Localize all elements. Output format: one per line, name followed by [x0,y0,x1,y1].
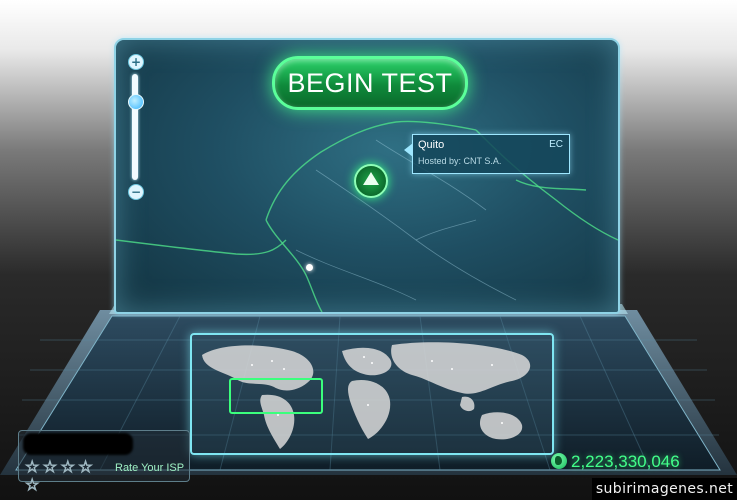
rating-star-3[interactable]: ☆ [60,457,75,476]
world-map [202,342,531,449]
zoom-in-button[interactable]: + [128,54,144,70]
map-screen[interactable]: + − BEGIN TEST Quito EC Hosted by: CNT S… [114,38,620,314]
zoom-track[interactable] [132,74,138,180]
total-tests-value: 2,223,330,046 [571,452,680,471]
zoom-knob[interactable] [128,94,144,110]
server-country: EC [549,139,563,150]
isp-panel: ☆ ☆ ☆ ☆ ☆ Rate Your ISP [18,430,190,493]
zoom-slider[interactable]: + − [126,54,146,200]
server-city: Quito [418,139,445,151]
user-location-dot [306,264,313,271]
total-tests-counter: 2,223,330,046 [551,452,680,472]
zoom-out-button[interactable]: − [128,184,144,200]
rating-star-4[interactable]: ☆ [78,457,93,476]
rating-star-1[interactable]: ☆ [24,457,39,476]
world-map-panel[interactable] [190,333,554,455]
server-marker[interactable] [354,164,388,198]
speedtest-stage: + − BEGIN TEST Quito EC Hosted by: CNT S… [0,0,737,500]
begin-test-button[interactable]: BEGIN TEST [272,56,468,110]
watermark: subirimagenes.net [592,478,737,500]
server-tooltip: Quito EC Hosted by: CNT S.A. [404,134,570,174]
rate-isp-link[interactable]: Rate Your ISP [115,462,184,474]
rating-star-2[interactable]: ☆ [42,457,57,476]
rating-star-5[interactable]: ☆ [24,475,39,494]
isp-name-redacted [23,433,133,455]
globe-icon [551,453,567,469]
play-triangle-icon [363,172,379,185]
isp-rating-stars[interactable]: ☆ ☆ ☆ ☆ ☆ [24,457,110,493]
server-host: Hosted by: CNT S.A. [418,156,502,166]
